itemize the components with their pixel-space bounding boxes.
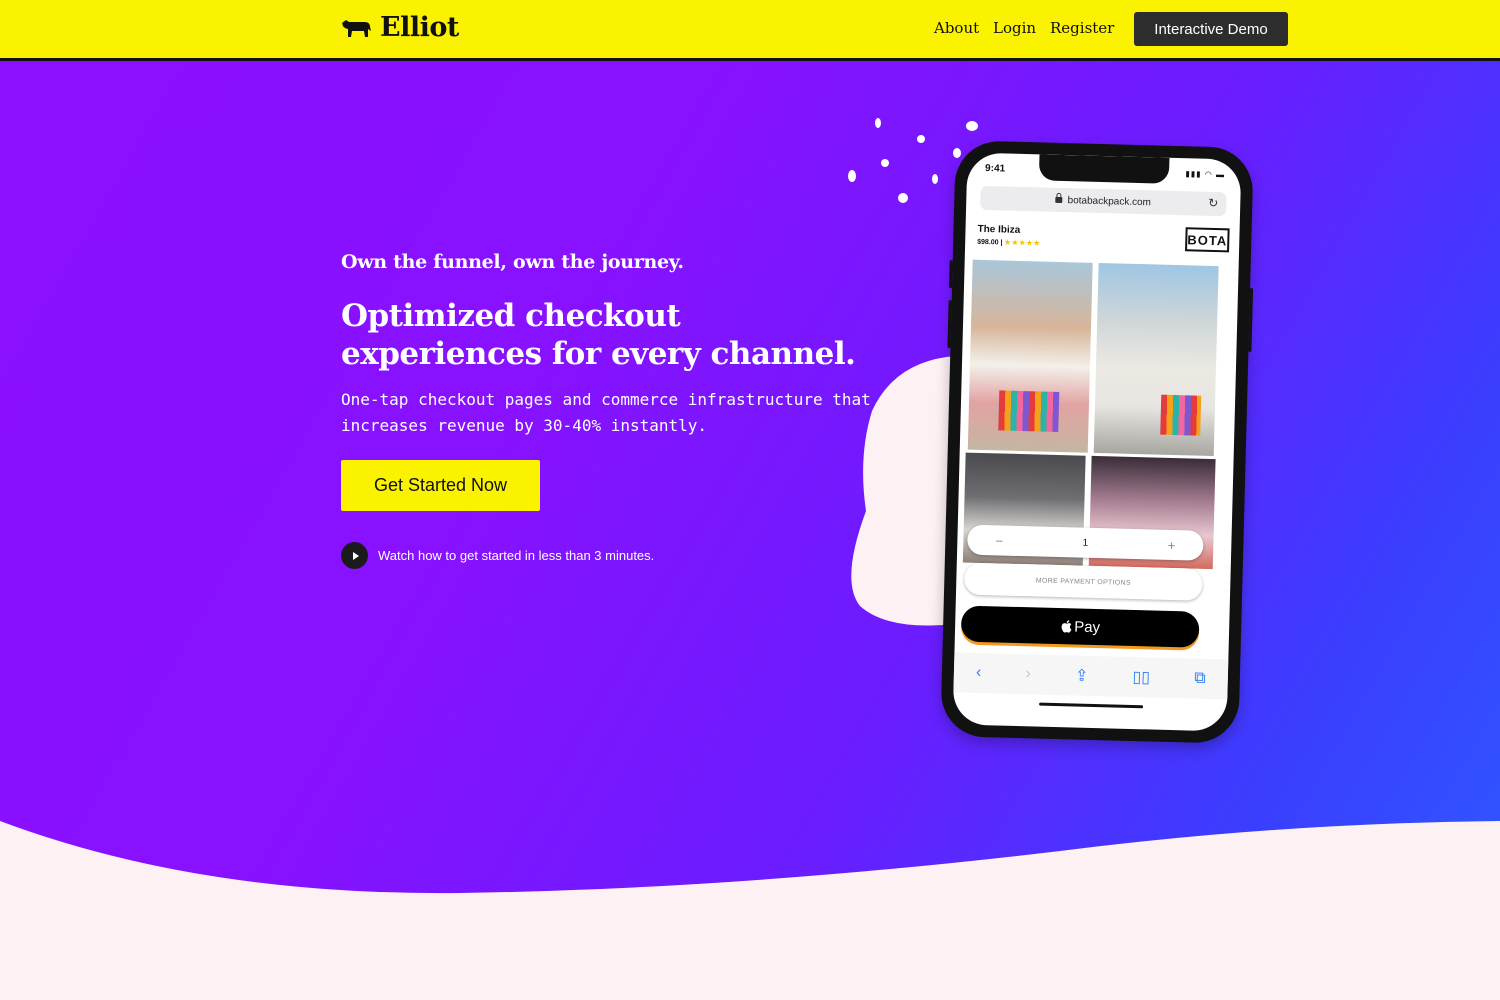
hero-tagline: Own the funnel, own the journey. xyxy=(341,251,684,273)
plus-icon[interactable]: + xyxy=(1168,537,1176,552)
apple-pay-label: Pay xyxy=(1074,617,1101,636)
browser-url: botabackpack.com xyxy=(1067,194,1152,208)
brand-name: Elliot xyxy=(380,12,459,43)
more-payment-options-button[interactable]: MORE PAYMENT OPTIONS xyxy=(963,562,1203,601)
hero-subtext: One-tap checkout pages and commerce infr… xyxy=(341,390,871,435)
signal-battery-icon: ▮▮▮ ◠ ▬ xyxy=(1185,169,1226,180)
apple-icon xyxy=(1061,620,1072,633)
phone-volume-button xyxy=(947,300,952,349)
phone-screen: 9:41 ▮▮▮ ◠ ▬ botabackpack.com ↻ The Ibiz… xyxy=(952,152,1242,732)
brand-logo[interactable]: Elliot xyxy=(340,12,459,43)
bookmarks-icon[interactable]: ▯▯ xyxy=(1132,667,1150,687)
share-icon[interactable]: ⇪ xyxy=(1075,666,1089,686)
apple-pay-button[interactable]: Pay xyxy=(960,605,1200,648)
rating-stars: ★★★★★ xyxy=(1004,239,1041,248)
nav-login-link[interactable]: Login xyxy=(993,19,1036,37)
phone-mockup: 9:41 ▮▮▮ ◠ ▬ botabackpack.com ↻ The Ibiz… xyxy=(940,140,1254,744)
play-icon[interactable] xyxy=(341,542,368,569)
tabs-icon[interactable]: ⧉ xyxy=(1194,670,1206,688)
product-price: $98.00 | ★★★★★ xyxy=(977,238,1041,248)
watch-video-text[interactable]: Watch how to get started in less than 3 … xyxy=(378,548,654,563)
home-indicator xyxy=(1039,702,1144,709)
product-photo xyxy=(1093,262,1219,457)
bota-logo: BOTA xyxy=(1185,227,1230,253)
get-started-button[interactable]: Get Started Now xyxy=(341,460,540,511)
product-photo xyxy=(967,259,1093,453)
site-header: Elliot About Login Register Interactive … xyxy=(0,0,1500,61)
quantity-stepper[interactable]: − 1 + xyxy=(967,524,1204,561)
lock-icon xyxy=(1055,196,1063,204)
interactive-demo-button[interactable]: Interactive Demo xyxy=(1134,12,1288,46)
cow-icon xyxy=(342,19,371,37)
nav-about-link[interactable]: About xyxy=(934,19,979,37)
phone-volume-button xyxy=(948,260,953,289)
hero-section: Own the funnel, own the journey. Optimiz… xyxy=(0,61,1500,1000)
hero-headline: Optimized checkout experiences for every… xyxy=(341,298,856,372)
nav-register-link[interactable]: Register xyxy=(1050,19,1114,37)
browser-toolbar: ‹ › ⇪ ▯▯ ⧉ xyxy=(953,652,1229,700)
back-icon[interactable]: ‹ xyxy=(976,664,982,682)
phone-notch xyxy=(1038,154,1170,184)
watch-video-link[interactable]: Watch how to get started in less than 3 … xyxy=(341,542,654,569)
reload-icon: ↻ xyxy=(1208,195,1219,211)
browser-url-bar: botabackpack.com ↻ xyxy=(980,185,1227,217)
status-time: 9:41 xyxy=(984,162,1006,175)
forward-icon[interactable]: › xyxy=(1025,665,1031,683)
minus-icon[interactable]: − xyxy=(995,533,1003,548)
product-name: The Ibiza xyxy=(977,223,1021,236)
quantity-value: 1 xyxy=(1082,537,1089,549)
